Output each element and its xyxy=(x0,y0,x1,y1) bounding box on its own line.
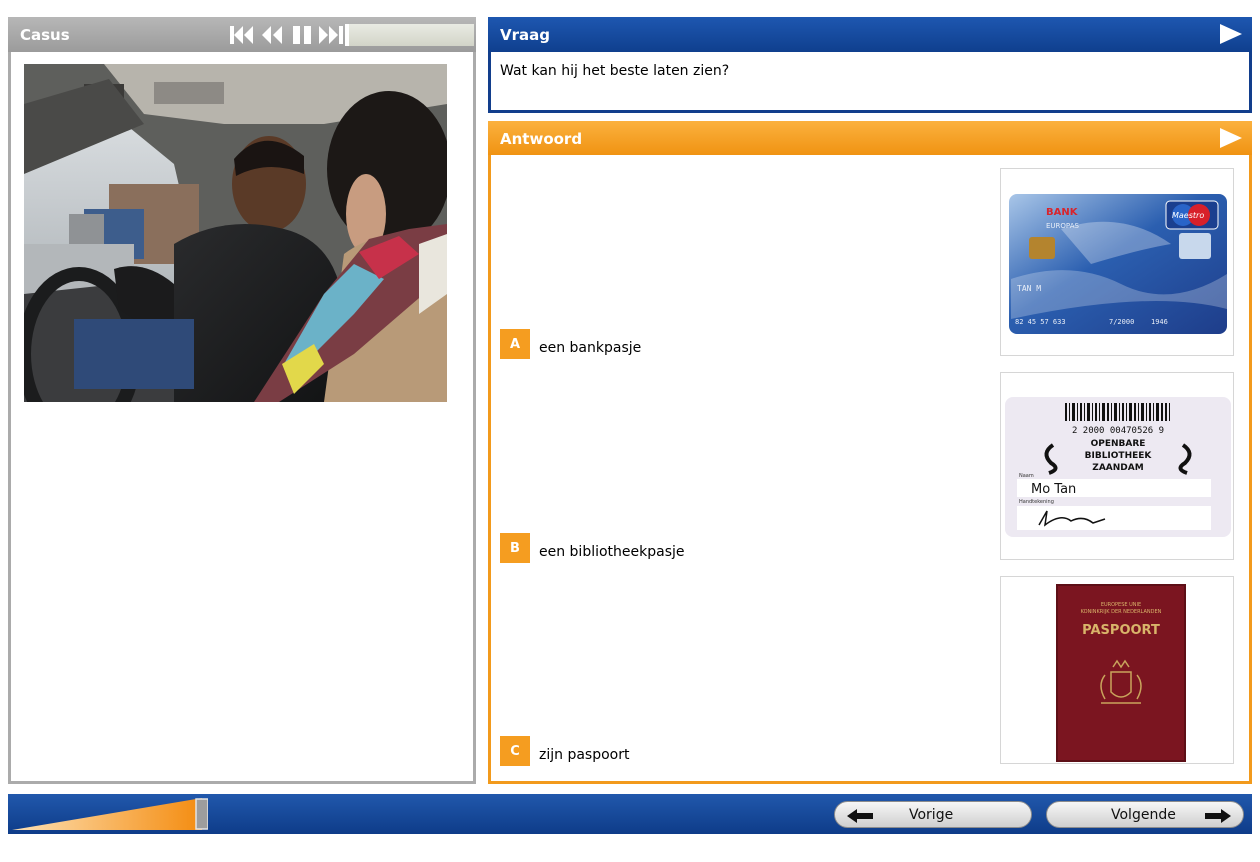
option-text: een bankpasje xyxy=(539,340,642,356)
card-holder: TAN M xyxy=(1017,284,1041,293)
video-progress-bar[interactable] xyxy=(345,24,474,46)
answer-option-a[interactable]: A een bankpasje xyxy=(500,329,641,359)
bank-card-image[interactable]: BANK EUROPAS Maestro TAN M 82 45 57 633 … xyxy=(1000,168,1234,356)
signature-label: Handtekening xyxy=(1019,499,1054,505)
option-text: een bibliotheekpasje xyxy=(539,544,685,560)
passport-kingdom: KONINKRIJK DER NEDERLANDEN xyxy=(1081,609,1162,615)
library-line1: OPENBARE xyxy=(1091,439,1146,449)
option-text: zijn paspoort xyxy=(539,747,630,763)
play-audio-icon[interactable] xyxy=(1219,23,1243,49)
question-panel: Vraag Wat kan hij het beste laten zien? xyxy=(488,17,1252,113)
passport-image[interactable]: EUROPESE UNIE KONINKRIJK DER NEDERLANDEN… xyxy=(1000,576,1234,764)
question-title: Vraag xyxy=(500,26,550,44)
forward-icon[interactable] xyxy=(317,24,347,46)
next-label: Volgende xyxy=(1111,807,1176,823)
maestro-label: Maestro xyxy=(1172,211,1204,220)
option-letter: C xyxy=(500,736,530,766)
casus-title: Casus xyxy=(20,26,70,44)
library-card-image[interactable]: 2 2000 00470526 9 OPENBARE BIBLIOTHEEK Z… xyxy=(1000,372,1234,560)
progress-slider[interactable] xyxy=(12,798,209,830)
pause-icon[interactable] xyxy=(287,24,317,46)
progress-handle[interactable] xyxy=(195,798,209,830)
passport-eu: EUROPESE UNIE xyxy=(1101,602,1141,608)
question-text: Wat kan hij het beste laten zien? xyxy=(500,63,730,79)
answer-title: Antwoord xyxy=(500,130,583,148)
library-card-number: 2 2000 00470526 9 xyxy=(1072,426,1164,436)
library-line2: BIBLIOTHEEK xyxy=(1085,451,1153,461)
answer-header: Antwoord xyxy=(488,121,1252,155)
play-audio-icon[interactable] xyxy=(1219,127,1243,153)
card-expiry: 7/2000 xyxy=(1109,318,1134,326)
answer-option-b[interactable]: B een bibliotheekpasje xyxy=(500,533,685,563)
library-card-name: Mo Tan xyxy=(1031,482,1076,497)
rewind-icon[interactable] xyxy=(257,24,287,46)
arrow-right-icon xyxy=(1205,808,1231,827)
casus-header: Casus xyxy=(8,17,476,52)
passport-title: PASPOORT xyxy=(1082,623,1160,638)
casus-panel: Casus xyxy=(8,17,476,784)
skip-back-icon[interactable] xyxy=(227,24,257,46)
previous-button[interactable]: Vorige xyxy=(834,801,1032,828)
bank-card-sub: EUROPAS xyxy=(1046,222,1079,230)
previous-label: Vorige xyxy=(909,807,954,823)
case-video-frame xyxy=(24,64,447,402)
option-letter: B xyxy=(500,533,530,563)
answer-option-c[interactable]: C zijn paspoort xyxy=(500,736,629,766)
answer-panel: Antwoord A een bankpasje BANK EUROPAS Ma… xyxy=(488,121,1252,784)
card-code: 1946 xyxy=(1151,318,1168,326)
option-letter: A xyxy=(500,329,530,359)
arrow-left-icon xyxy=(847,808,873,827)
question-header: Vraag xyxy=(488,17,1252,52)
next-button[interactable]: Volgende xyxy=(1046,801,1244,828)
progress-fill xyxy=(12,798,202,830)
card-number: 82 45 57 633 xyxy=(1015,318,1066,326)
bank-name: BANK xyxy=(1046,207,1079,218)
bottom-bar: Vorige Volgende xyxy=(8,794,1252,834)
name-label: Naam xyxy=(1019,473,1034,479)
library-line3: ZAANDAM xyxy=(1092,463,1143,473)
media-controls xyxy=(227,24,347,46)
